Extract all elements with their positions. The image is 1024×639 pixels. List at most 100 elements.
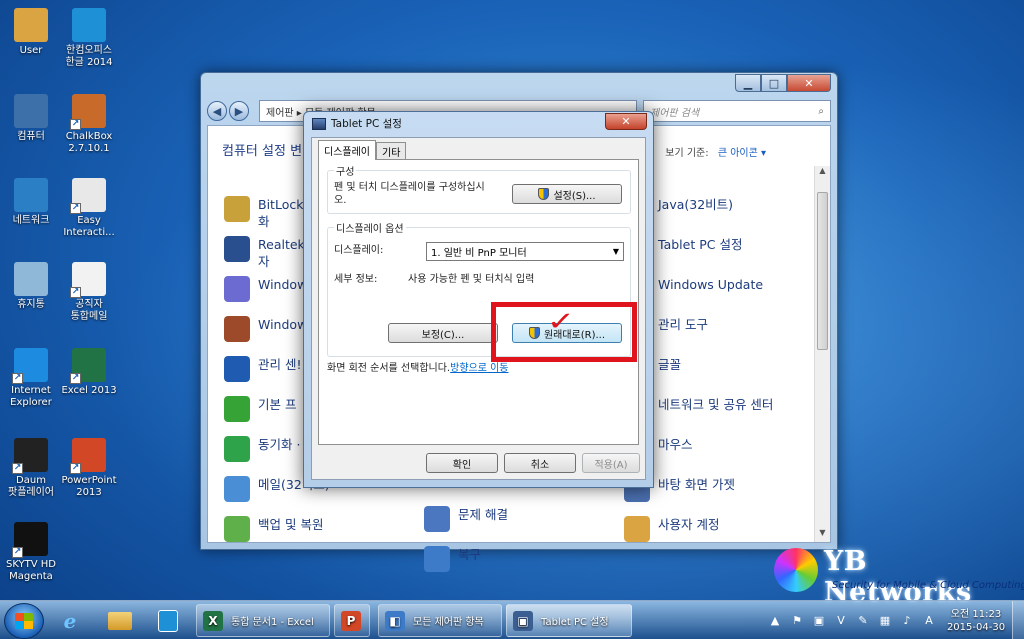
desktop-icon-label: 컴퓨터 (17, 131, 45, 142)
desktop-icon[interactable]: ↗ Daum 팟플레이어 (0, 438, 62, 499)
desktop-icon-label: Easy Interacti... (63, 215, 115, 238)
desktop-icon[interactable]: User (0, 8, 62, 57)
display-label: 디스플레이: (334, 245, 384, 256)
desktop-icon[interactable]: ↗ PowerPoint 2013 (58, 438, 120, 499)
desktop-icon[interactable]: ↗ Easy Interacti... (58, 178, 120, 239)
ok-button[interactable]: 확인 (426, 453, 498, 473)
desktop-icon[interactable]: ↗ 공직자 통합메일 (58, 262, 120, 323)
ime-icon[interactable]: A (921, 613, 937, 629)
desktop-icon[interactable]: ↗ ChalkBox 2.7.10.1 (58, 94, 120, 155)
desktop-icon[interactable]: 네트워크 (0, 178, 62, 227)
forward-icon[interactable]: ▶ (229, 101, 249, 121)
taskbar-task[interactable]: P (334, 604, 370, 637)
volume-icon[interactable]: ♪ (899, 613, 915, 629)
setup-button-label: 설정(S)... (553, 190, 596, 202)
desktop-icon[interactable]: ↗ SKYTV HD Magenta (0, 522, 62, 583)
ie-icon[interactable]: e (50, 605, 90, 637)
search-placeholder: 제어판 검색 (650, 107, 700, 119)
desktop-icon[interactable]: 한컴오피스 한글 2014 (58, 8, 120, 69)
search-input[interactable]: 제어판 검색 ⌕ (643, 100, 831, 122)
desktop-icon[interactable]: 휴지통 (0, 262, 62, 311)
taskbar-task[interactable]: X 통합 문서1 - Excel (196, 604, 330, 637)
back-icon[interactable]: ◀ (207, 101, 227, 121)
tablet-pc-settings-dialog[interactable]: Tablet PC 설정 ✕ 디스플레이 기타 구성 펜 및 터치 디스플레이를… (303, 111, 654, 488)
show-desktop-button[interactable] (1012, 601, 1024, 639)
chalkbox-icon: ↗ (70, 94, 106, 130)
tab-other[interactable]: 기타 (376, 142, 407, 160)
shortcut-arrow-icon: ↗ (70, 373, 81, 384)
control-panel-item[interactable]: 사용자 계정 (624, 516, 719, 542)
network-tray-icon[interactable]: ▦ (877, 613, 893, 629)
config-group-title: 구성 (334, 163, 357, 178)
app-tray-icon[interactable]: ▣ (811, 613, 827, 629)
explorer-folder-icon[interactable] (100, 605, 140, 637)
control-panel-item[interactable]: 동기화 · (224, 436, 300, 462)
show-hidden-icons-icon[interactable]: ▲ (767, 613, 783, 629)
taskbar-task-label: 모든 제어판 항목 (413, 617, 484, 628)
network-icon (14, 178, 48, 212)
dialog-close-button[interactable]: ✕ (605, 113, 647, 130)
rotation-info: 화면 회전 순서를 선택합니다.방향으로 이동 (327, 362, 509, 375)
ie-icon: ↗ (12, 348, 48, 384)
rotation-link[interactable]: 방향으로 이동 (450, 363, 508, 374)
control-panel-item[interactable]: Window (224, 316, 307, 342)
control-panel-item-label: 마우스 (658, 437, 693, 452)
shortcut-arrow-icon: ↗ (70, 119, 81, 130)
control-panel-item[interactable]: 문제 해결 (424, 506, 508, 532)
control-panel-item-label: Window (258, 317, 308, 332)
desktop-icon-label: SKYTV HD Magenta (5, 559, 56, 582)
minimize-button[interactable]: ▁ (735, 74, 761, 92)
control-panel-item[interactable]: 복구 (424, 546, 481, 572)
control-panel-item-label: 문제 해결 (458, 507, 508, 522)
pen-icon[interactable]: ✎ (855, 613, 871, 629)
mail-icon: ↗ (70, 262, 106, 298)
desktop-icon[interactable]: ↗ Internet Explorer (0, 348, 62, 409)
taskbar: e X 통합 문서1 - Excel P ◧ 모든 제어판 항목 ▣ Tablet PC 설… (0, 600, 1024, 639)
start-button[interactable] (4, 603, 44, 639)
view-by-label: 보기 기준: (665, 148, 709, 159)
tab-display[interactable]: 디스플레이 (318, 140, 376, 160)
control-panel-item-icon (224, 316, 250, 342)
control-panel-item[interactable]: Window (224, 276, 307, 302)
check-mark-annotation: ✓ (546, 307, 576, 337)
control-panel-item-label: Tablet PC 설정 (658, 237, 743, 252)
logo-tagline: Security for Mobile & Cloud Computing (832, 580, 1024, 591)
config-group: 구성 펜 및 터치 디스플레이를 구성하십시 오. 설정(S)... (327, 163, 631, 214)
close-button[interactable]: ✕ (787, 74, 831, 92)
excel-icon: ↗ (70, 348, 106, 384)
potplayer-icon: ↗ (12, 438, 48, 474)
control-panel-icon: ◧ (385, 610, 405, 631)
control-panel-item-icon (624, 516, 650, 542)
taskbar-task[interactable]: ◧ 모든 제어판 항목 (378, 604, 502, 637)
setup-button[interactable]: 설정(S)... (512, 184, 622, 204)
system-tray: ▲ ⚑ ▣ V ✎ ▦ ♪ A 오전 11:23 2015-04-30 (764, 601, 1024, 639)
desktop-icon[interactable]: 컴퓨터 (0, 94, 62, 143)
desktop-icon-label: PowerPoint 2013 (61, 475, 117, 498)
scroll-thumb[interactable] (817, 192, 828, 350)
control-panel-item[interactable]: 관리 센! (224, 356, 302, 382)
hancom-icon[interactable] (148, 605, 188, 637)
desktop-icon-label: Internet Explorer (10, 385, 52, 408)
scroll-down-icon[interactable]: ▼ (815, 528, 830, 542)
cancel-button[interactable]: 취소 (504, 453, 576, 473)
scroll-up-icon[interactable]: ▲ (815, 166, 830, 180)
control-panel-item[interactable]: Realtek 자 (224, 236, 305, 270)
calibrate-button[interactable]: 보정(C)... (388, 323, 498, 343)
apply-button[interactable]: 적용(A) (582, 453, 640, 473)
display-select[interactable]: 1. 일반 비 PnP 모니터 ▼ (426, 242, 624, 261)
control-panel-item[interactable]: 기본 프 (224, 396, 296, 422)
taskbar-task[interactable]: ▣ Tablet PC 설정 (506, 604, 632, 637)
control-panel-item[interactable]: 백업 및 복원 (224, 516, 323, 542)
v3-icon[interactable]: V (833, 613, 849, 629)
flag-icon[interactable]: ⚑ (789, 613, 805, 629)
view-by-dropdown[interactable]: 큰 아이콘 ▾ (718, 148, 766, 159)
logo-name: YB Networks (824, 546, 972, 608)
control-panel-item[interactable]: BitLocke 화 (224, 196, 311, 230)
maximize-button[interactable]: □ (761, 74, 787, 92)
clock[interactable]: 오전 11:23 2015-04-30 (940, 608, 1012, 634)
desktop-icon[interactable]: ↗ Excel 2013 (58, 348, 120, 397)
logo-flower-icon (774, 548, 818, 592)
skytv-icon: ↗ (12, 522, 48, 558)
vertical-scrollbar[interactable]: ▲ ▼ (814, 166, 830, 542)
desktop-icon-label: 공직자 통합메일 (70, 299, 108, 322)
